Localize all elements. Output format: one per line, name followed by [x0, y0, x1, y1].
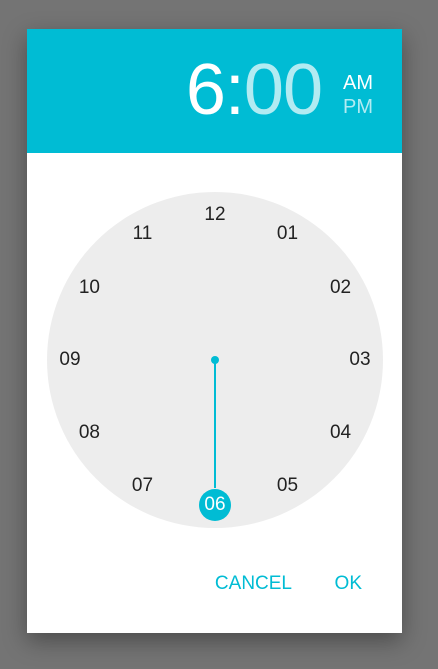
- clock-number-02[interactable]: 02: [325, 272, 357, 304]
- clock-number-05[interactable]: 05: [272, 470, 304, 502]
- minute-display[interactable]: 00: [244, 50, 323, 130]
- clock-face[interactable]: 12 01 02 03 04 05 06 07 08 09 10 11: [47, 192, 383, 528]
- clock-hand[interactable]: [214, 360, 216, 488]
- time-header: 6 : 00 AM PM: [27, 29, 402, 153]
- clock-number-09[interactable]: 09: [54, 344, 86, 376]
- am-option[interactable]: AM: [343, 71, 373, 95]
- pm-option[interactable]: PM: [343, 95, 373, 119]
- clock-number-10[interactable]: 10: [73, 272, 105, 304]
- clock-number-03[interactable]: 03: [344, 344, 376, 376]
- am-pm-selector: AM PM: [343, 71, 373, 119]
- clock-number-07[interactable]: 07: [127, 470, 159, 502]
- clock-number-11[interactable]: 11: [127, 218, 159, 250]
- time-display: 6 : 00: [186, 50, 323, 130]
- clock-number-06[interactable]: 06: [199, 489, 231, 521]
- ok-button[interactable]: OK: [335, 573, 362, 595]
- time-picker-dialog: 6 : 00 AM PM 12 01 02 03 04 05 06 07 08 …: [27, 29, 402, 633]
- time-separator: :: [224, 50, 245, 130]
- clock-number-08[interactable]: 08: [73, 417, 105, 449]
- hour-display[interactable]: 6: [186, 50, 226, 130]
- clock-center-dot: [211, 356, 219, 364]
- cancel-button[interactable]: CANCEL: [215, 573, 292, 595]
- clock-number-04[interactable]: 04: [325, 417, 357, 449]
- clock-number-12[interactable]: 12: [199, 199, 231, 231]
- clock-number-01[interactable]: 01: [272, 218, 304, 250]
